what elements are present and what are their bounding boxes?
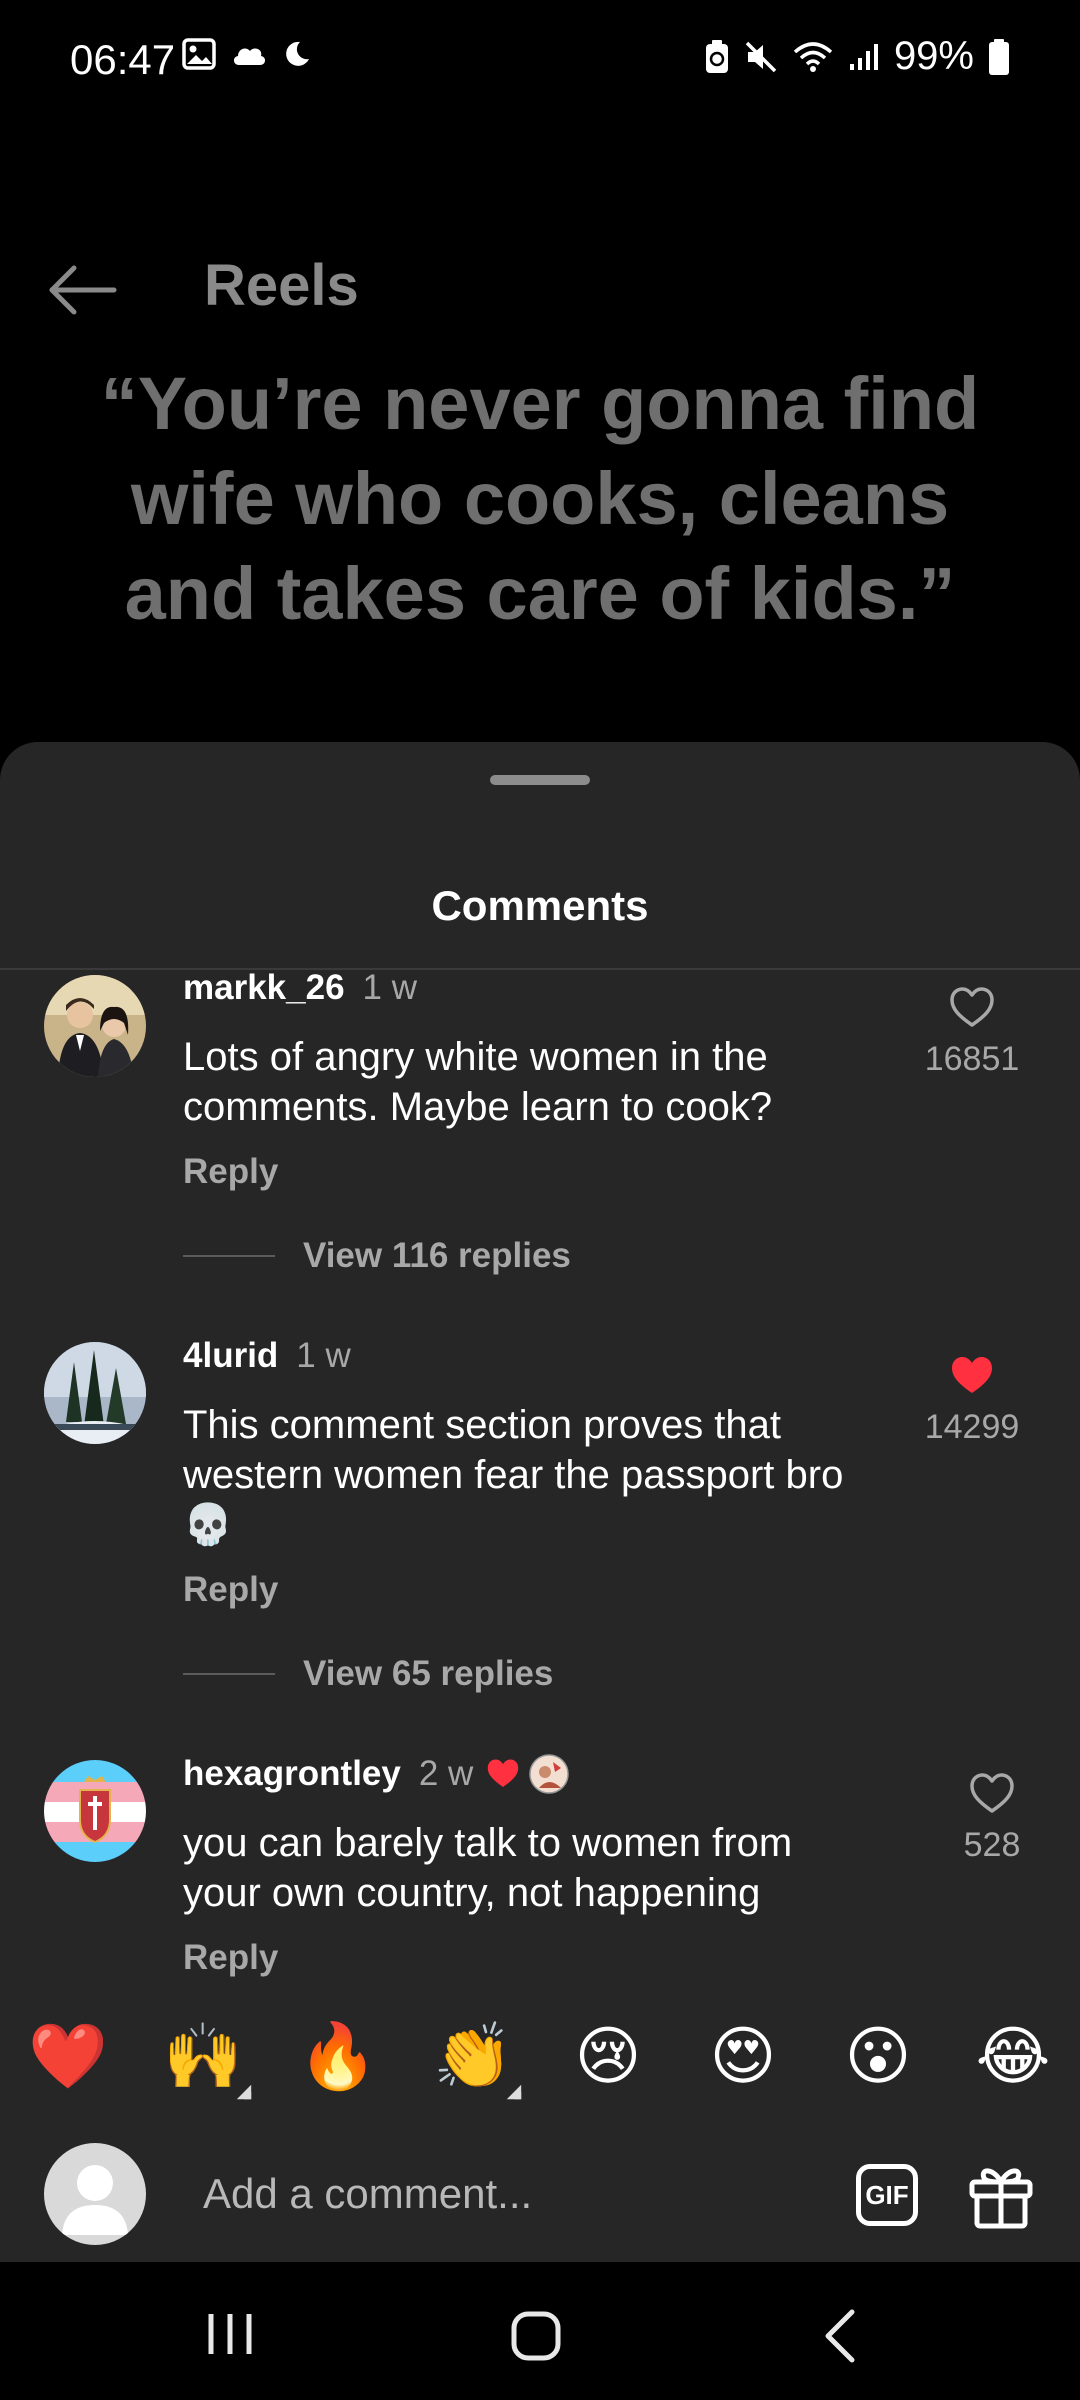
divider (0, 968, 1080, 970)
username-text[interactable]: 4lurid (183, 1336, 278, 1375)
like-count: 528 (963, 1826, 1021, 1864)
reels-header: Reels (0, 120, 1080, 318)
status-time: 06:47 (70, 36, 176, 83)
avatar-hexagrontley[interactable] (44, 1760, 146, 1862)
skin-tone-caret-icon[interactable] (506, 2084, 522, 2100)
view-replies-line (183, 1255, 275, 1257)
emoji-laughing[interactable]: 😂 (965, 2016, 1061, 2096)
comment-text: Lots of angry white women in the comment… (183, 1035, 773, 1129)
like-count: 16851 (924, 1040, 1020, 1078)
comment-text: you can barely talk to women from your o… (183, 1821, 793, 1915)
sheet-drag-handle[interactable] (490, 775, 590, 785)
heart-outline-icon[interactable] (949, 987, 995, 1029)
username-text[interactable]: markk_26 (183, 968, 345, 1007)
recent-apps-icon[interactable] (205, 2310, 255, 2358)
view-replies-line (183, 1673, 275, 1675)
comment-time: 1 w (362, 968, 418, 1007)
view-replies-button[interactable]: View 65 replies (183, 1654, 553, 1694)
comment-username[interactable]: markk_26 1 w (183, 968, 417, 1008)
heart-outline-icon[interactable] (969, 1773, 1015, 1815)
emoji-crying[interactable]: 😢 (560, 2016, 656, 2096)
battery-saver-icon (705, 39, 728, 73)
status-bar: 06:47 99% (0, 0, 1080, 120)
skin-tone-caret-icon[interactable] (236, 2084, 252, 2100)
emoji-heart-eyes[interactable]: 😍 (695, 2016, 791, 2096)
like-button[interactable]: 16851 (912, 987, 1032, 1079)
reply-button[interactable]: Reply (183, 1152, 278, 1192)
author-liked-heart-icon (488, 1759, 519, 1787)
video-quote-text: “You’re never gonna find wife who cooks,… (100, 362, 980, 635)
battery-percent: 99% (893, 34, 974, 78)
back-arrow-icon[interactable] (44, 260, 120, 320)
comment-compose-bar (0, 2130, 1080, 2262)
status-left-icons (182, 38, 312, 70)
comment-text: This comment section proves that western… (183, 1403, 844, 1547)
comment-time: 1 w (296, 1336, 351, 1375)
status-right: 99% (704, 34, 1010, 79)
emoji-fire[interactable]: 🔥 (290, 2016, 386, 2096)
heart-filled-icon[interactable] (949, 1355, 995, 1397)
comment-username[interactable]: hexagrontley 2 w (183, 1754, 570, 1794)
gif-button[interactable]: GIF (856, 2164, 918, 2226)
author-avatar-mini (529, 1754, 570, 1794)
my-avatar (44, 2143, 146, 2245)
reply-button[interactable]: Reply (183, 1938, 278, 1978)
moon-icon (286, 41, 309, 66)
cloud-icon (233, 48, 266, 65)
page-title: Reels (204, 253, 359, 318)
view-replies-text[interactable]: View 65 replies (303, 1654, 553, 1694)
view-replies-text[interactable]: View 116 replies (303, 1236, 571, 1276)
home-icon[interactable] (510, 2310, 562, 2362)
comments-title: Comments (431, 882, 649, 929)
like-count: 14299 (924, 1408, 1020, 1446)
reply-button[interactable]: Reply (183, 1570, 278, 1610)
like-button[interactable]: 528 (932, 1773, 1052, 1865)
gallery-icon (182, 38, 216, 70)
emoji-surprised[interactable]: 😮 (830, 2016, 926, 2096)
comment-time: 2 w (418, 1754, 474, 1793)
back-icon[interactable] (822, 2308, 858, 2364)
username-text[interactable]: hexagrontley (183, 1754, 401, 1794)
comment-username[interactable]: 4lurid 1 w (183, 1336, 351, 1376)
battery-icon (989, 38, 1009, 75)
gift-icon[interactable] (966, 2160, 1036, 2230)
avatar-4lurid[interactable] (44, 1342, 146, 1444)
wifi-icon (793, 41, 833, 72)
signal-icon (849, 43, 878, 70)
emoji-heart[interactable]: ❤️ (20, 2016, 116, 2096)
mute-icon (745, 41, 777, 72)
like-button[interactable]: 14299 (912, 1355, 1032, 1447)
comment-input[interactable]: Add a comment... (203, 2170, 532, 2218)
view-replies-button[interactable]: View 116 replies (183, 1236, 571, 1276)
avatar-markk-26[interactable] (44, 975, 146, 1077)
